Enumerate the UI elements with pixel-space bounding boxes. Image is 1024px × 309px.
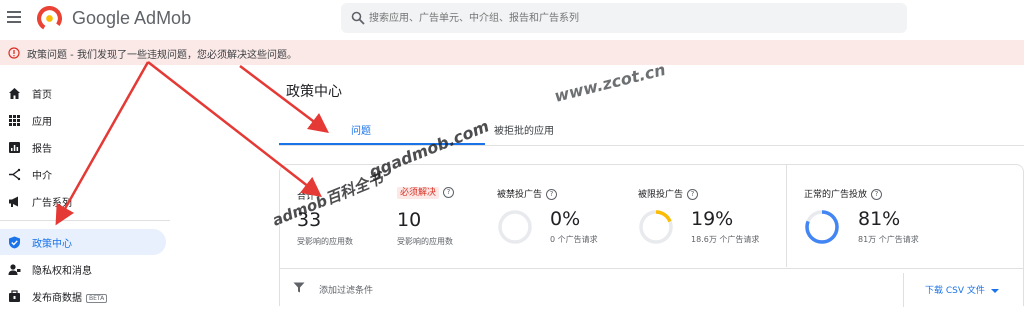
stat-must-fix-label: 必须解决? (397, 185, 455, 199)
stats-card: 合计 33 受影响的应用数 必须解决? 10 受影响的应用数 被禁投广告? 0%… (279, 164, 1024, 308)
stat-normal-label: 正常的广告投放? (804, 187, 883, 200)
stat-restricted-sub: 18.6万 个广告请求 (691, 235, 760, 244)
sidebar-item-label: 报告 (32, 144, 52, 155)
stat-must-fix-value: 10 (397, 209, 422, 231)
tab-issues[interactable]: 问题 (351, 122, 371, 137)
ring-blocked (498, 210, 532, 244)
sidebar-item-home[interactable]: 首页 (0, 80, 166, 106)
policy-issue-banner: 政策问题 - 我们发现了一些违规问题，您必须解决这些问题。 (0, 40, 1024, 65)
download-divider (903, 273, 904, 307)
stat-blocked-value: 0% (550, 208, 581, 230)
stat-total-value: 33 (297, 209, 322, 231)
sidebar-item-privacy[interactable]: 隐私权和消息 (0, 256, 166, 282)
stat-normal-sub: 81万 个广告请求 (858, 235, 919, 244)
help-icon[interactable]: ? (687, 189, 699, 200)
help-icon[interactable]: ? (443, 187, 455, 198)
add-filter-button[interactable]: 添加过滤条件 (319, 283, 373, 296)
campaign-icon (9, 196, 18, 207)
tab-divider (279, 145, 1024, 146)
help-icon[interactable]: ? (871, 189, 883, 200)
sidebar-item-apps[interactable]: 应用 (0, 107, 166, 133)
chevron-down-icon (990, 288, 999, 293)
sidebar-item-campaigns[interactable]: 广告系列 (0, 188, 166, 214)
sidebar-item-label: 应用 (32, 117, 52, 128)
ring-normal (805, 210, 839, 244)
stat-must-fix-sub: 受影响的应用数 (397, 237, 453, 246)
publisher-data-icon (9, 290, 20, 302)
sidebar-item-reports[interactable]: 报告 (0, 134, 166, 160)
sidebar-item-publisher-data[interactable]: 发布商数据 BETA (0, 283, 166, 309)
privacy-icon (8, 264, 21, 275)
sidebar-item-label: 发布商数据 BETA (32, 289, 108, 304)
sidebar-item-label: 中介 (32, 171, 52, 182)
sidebar-item-text: 发布商数据 (32, 293, 82, 304)
must-fix-chip: 必须解决 (397, 187, 440, 199)
sidebar-item-mediation[interactable]: 中介 (0, 161, 166, 187)
ring-restricted (639, 210, 673, 244)
stat-total-label: 合计 (297, 192, 316, 202)
stat-blocked-text: 被禁投广告 (497, 190, 543, 200)
mediation-icon (9, 168, 21, 181)
help-icon[interactable]: ? (546, 189, 558, 200)
stat-restricted-label: 被限投广告? (638, 187, 699, 200)
active-tab-indicator (279, 143, 485, 145)
banner-message[interactable]: 政策问题 - 我们发现了一些违规问题，您必须解决这些问题。 (27, 46, 297, 61)
search-icon (351, 11, 365, 25)
sidebar-item-label: 广告系列 (32, 198, 72, 209)
stat-blocked-label: 被禁投广告? (497, 187, 558, 200)
sidebar-divider (0, 220, 170, 221)
sidebar-item-label: 隐私权和消息 (32, 266, 92, 277)
stat-normal-text: 正常的广告投放 (804, 190, 868, 200)
hamburger-menu-icon[interactable] (7, 11, 21, 23)
page-title: 政策中心 (286, 84, 342, 100)
stat-divider (786, 165, 787, 267)
ring-track (498, 210, 532, 244)
download-csv-button[interactable]: 下载 CSV 文件 (925, 283, 999, 296)
top-app-bar: Google AdMob (0, 0, 1024, 40)
filter-icon[interactable] (293, 282, 305, 293)
stat-restricted-text: 被限投广告 (638, 190, 684, 200)
warning-icon (8, 47, 20, 59)
home-icon (9, 88, 20, 99)
search-input[interactable] (369, 8, 869, 28)
policy-center-main: 政策中心 问题 被拒批的应用 合计 33 受影响的应用数 必须解决? 10 受影… (279, 66, 1024, 308)
admob-logo-icon[interactable] (37, 6, 62, 31)
filter-bar: 添加过滤条件 下载 CSV 文件 (280, 268, 1024, 308)
beta-badge: BETA (86, 293, 108, 303)
stat-normal-value: 81% (858, 208, 901, 230)
apps-icon (9, 115, 20, 126)
sidebar-item-label: 首页 (32, 90, 52, 101)
sidebar-item-label: 政策中心 (32, 239, 72, 250)
search-bar[interactable] (341, 3, 907, 33)
reports-icon (9, 142, 20, 153)
sidebar-item-policy-center[interactable]: 政策中心 (0, 229, 166, 255)
stat-total-sub: 受影响的应用数 (297, 237, 353, 246)
download-csv-label: 下载 CSV 文件 (925, 286, 985, 296)
stat-restricted-value: 19% (691, 208, 734, 230)
tab-rejected-apps[interactable]: 被拒批的应用 (494, 122, 554, 137)
stat-blocked-sub: 0 个广告请求 (550, 235, 598, 244)
policy-shield-icon (9, 236, 20, 249)
app-name[interactable]: Google AdMob (72, 8, 191, 29)
